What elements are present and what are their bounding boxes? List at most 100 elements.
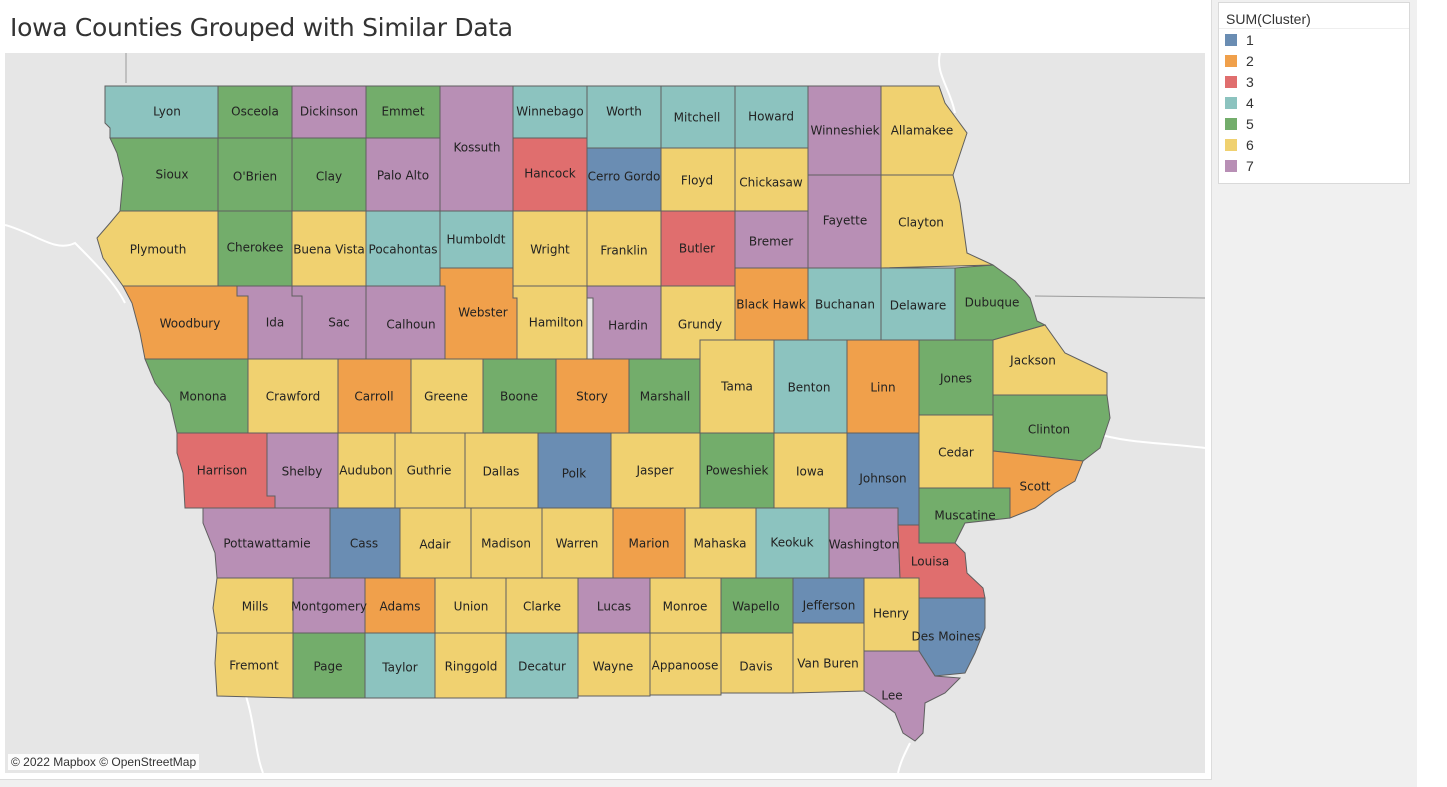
county-label: Benton [788,381,831,395]
county-label: Scott [1020,480,1051,494]
legend-swatch [1225,138,1237,151]
legend-label: 4 [1246,94,1254,111]
map-attribution[interactable]: © 2022 Mapbox © OpenStreetMap [8,754,200,770]
county-label: Hamilton [529,316,583,330]
legend-swatch [1225,159,1237,172]
county-label: Kossuth [453,141,500,155]
county-label: Humboldt [447,233,506,247]
county-label: Fremont [229,659,279,673]
county-label: Van Buren [797,657,859,671]
county-label: Ida [266,316,285,330]
county-label: Hardin [608,319,648,333]
county-label: Guthrie [407,464,452,478]
county-label: Franklin [600,244,647,258]
county-label: Grundy [678,318,722,332]
iowa-county-map[interactable]: Lyon Osceola Dickinson Emmet Kossuth Winnebag… [5,53,1205,773]
legend-label: 1 [1246,31,1254,48]
county-label: Page [313,660,342,674]
county-label: Madison [481,537,531,551]
county-label: Marshall [640,390,691,404]
legend-swatch [1225,75,1237,88]
legend-swatch [1225,54,1237,67]
county-label: Poweshiek [706,464,769,478]
county-label: Washington [829,538,900,552]
county-label: Cedar [938,446,974,460]
county-label: Delaware [890,299,947,313]
county-label: Harrison [197,464,248,478]
county-label: Boone [500,390,538,404]
county-label: Butler [679,242,715,256]
legend-item-5[interactable]: 5 [1219,113,1409,134]
county-label: Clayton [898,216,944,230]
county-label: Polk [562,467,586,481]
county-label: Wayne [593,660,634,674]
county-label: Webster [458,306,508,320]
legend-swatch [1225,33,1237,46]
county-label: Linn [870,381,895,395]
county-label: Winneshiek [810,124,879,138]
legend-item-4[interactable]: 4 [1219,92,1409,113]
legend-item-7[interactable]: 7 [1219,155,1409,176]
county-label: Howard [748,110,794,124]
county-label: Osceola [231,105,279,119]
county-label: Chickasaw [739,176,803,190]
legend-item-2[interactable]: 2 [1219,50,1409,71]
county-label: Montgomery [291,600,367,614]
county-label: Jones [939,372,972,386]
county-label: Woodbury [160,317,221,331]
county-label: Clarke [523,600,561,614]
county-label: Worth [606,105,642,119]
county-label: Mitchell [674,111,721,125]
county-label: Keokuk [770,536,813,550]
county-label: Lee [881,689,902,703]
county-label: Pottawattamie [223,537,310,551]
county-label: Mahaska [693,537,746,551]
right-margin [1417,0,1447,787]
county-label: Sioux [156,168,189,182]
county-label: Calhoun [386,318,435,332]
county-label: Story [576,390,608,404]
county-label: Muscatine [934,509,995,523]
county-label: Carroll [354,390,393,404]
legend-swatch [1225,117,1237,130]
county-label: Adams [380,600,421,614]
county-label: Henry [873,607,909,621]
county-label: Jefferson [802,599,856,613]
county-label: Emmet [381,105,424,119]
county-label: Cerro Gordo [588,170,661,184]
county-label: Buchanan [815,298,875,312]
county-label: Warren [556,537,599,551]
county-label: Johnson [858,472,906,486]
county-label: Winnebago [516,105,583,119]
county-label: Louisa [911,555,949,569]
county-label: Davis [739,660,772,674]
county-label: Jackson [1009,354,1056,368]
map-view[interactable]: Lyon Osceola Dickinson Emmet Kossuth Winnebag… [5,53,1205,773]
county-label: Clinton [1028,423,1070,437]
county-label: Union [454,600,489,614]
county-label: Bremer [749,235,793,249]
legend-item-6[interactable]: 6 [1219,134,1409,155]
county-label: Marion [629,537,670,551]
legend-panel: SUM(Cluster) 1 2 3 4 5 6 7 [1218,2,1410,184]
county-label: Buena Vista [293,243,365,257]
legend-label: 5 [1246,115,1254,132]
county-label: Jasper [635,464,673,478]
county-label: Wright [530,243,570,257]
legend-label: 7 [1246,157,1254,174]
county-label: Greene [424,390,468,404]
county-label: Appanoose [652,659,719,673]
county-label: Audubon [339,464,393,478]
county-label: Cherokee [227,241,284,255]
legend-item-1[interactable]: 1 [1219,29,1409,50]
county-label: Dubuque [965,296,1020,310]
map-title: Iowa Counties Grouped with Similar Data [10,13,513,42]
county-label: Hancock [524,167,576,181]
county-label: Lyon [153,105,181,119]
county-label: Sac [328,316,350,330]
county-label: Shelby [282,465,323,479]
legend-item-3[interactable]: 3 [1219,71,1409,92]
legend-swatch [1225,96,1237,109]
dashboard-panel: Iowa Counties Grouped with Similar Data … [0,0,1212,780]
legend-items: 1 2 3 4 5 6 7 [1219,29,1409,176]
